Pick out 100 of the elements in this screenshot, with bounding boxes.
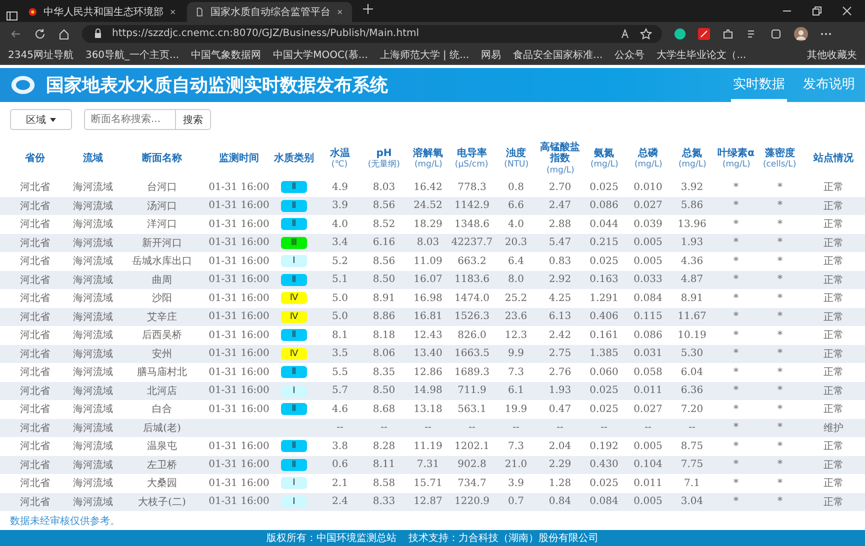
table-cell-text: 4.0 xyxy=(331,218,349,230)
table-cell-text: 1663.5 xyxy=(454,348,490,360)
copyright-text: 版权所有：中国环境监测总站 xyxy=(266,532,396,545)
column-header: 电导率 xyxy=(457,148,487,159)
table-cell-text: 海河流域 xyxy=(72,292,114,306)
avatar-icon[interactable] xyxy=(794,26,808,40)
table-cell: 01-31 16:00 xyxy=(208,478,270,489)
region-dropdown[interactable]: 区域 xyxy=(10,109,72,130)
class-badge: Ⅳ xyxy=(281,292,307,304)
table-cell-text: 0.8 xyxy=(507,182,525,193)
table-cell-text: 2.88 xyxy=(548,218,572,230)
restore-icon[interactable] xyxy=(811,5,823,17)
table-cell: 01-31 16:00 xyxy=(208,182,270,193)
table-cell-text: 8.75 xyxy=(680,440,704,452)
table-cell-text: 岳城水库出口 xyxy=(131,254,193,268)
table-cell-text: 11.67 xyxy=(676,311,708,322)
class-badge: Ⅱ xyxy=(281,366,307,378)
table-cell-text: 海河流域 xyxy=(72,236,114,250)
collections-icon[interactable] xyxy=(770,28,782,40)
grammar-icon[interactable] xyxy=(674,28,686,40)
table-cell-text: 1.291 xyxy=(588,292,620,304)
table-cell-text: -- xyxy=(380,422,388,434)
table-cell-text: * xyxy=(776,478,784,489)
bookmark[interactable]: 网易 xyxy=(481,48,502,62)
table-cell-text: * xyxy=(776,404,784,415)
column-header: 站点情况 xyxy=(814,153,854,165)
table-cell-text: * xyxy=(732,348,740,360)
table-cell-text: 4.87 xyxy=(680,274,704,286)
table-cell-text: 河北省 xyxy=(19,476,51,490)
class-badge: Ⅱ xyxy=(281,458,307,471)
browser-tab[interactable]: 国家水质自动综合监管平台 xyxy=(187,2,352,22)
table-cell-text: 5.1 xyxy=(331,274,349,286)
table-cell-text: 海河流域 xyxy=(72,476,114,490)
search-button[interactable]: 搜索 xyxy=(176,109,211,130)
bookmark[interactable]: 中国大学MOOC(慕... xyxy=(273,48,368,62)
bookmark[interactable]: 食品安全国家标准... xyxy=(513,48,603,62)
browser-tab[interactable]: 中华人民共和国生态环境部 xyxy=(20,2,185,22)
table-cell-text: * xyxy=(732,440,740,452)
table-cell-text: * xyxy=(732,496,740,508)
table-cell-text: 3.4 xyxy=(331,237,349,248)
back-icon[interactable] xyxy=(10,28,22,40)
pen-icon[interactable] xyxy=(698,28,710,40)
table-cell-text: 16.81 xyxy=(412,311,444,322)
bookmark[interactable]: 公众号 xyxy=(614,48,645,62)
close-icon[interactable] xyxy=(336,7,344,17)
reload-icon[interactable] xyxy=(34,28,46,40)
table-cell-text: 16.07 xyxy=(412,274,444,286)
table-cell-text: 6.04 xyxy=(680,366,704,378)
table-cell-text: 0.060 xyxy=(588,366,620,378)
table-cell-text: 2.42 xyxy=(548,330,572,341)
table-cell-text: 0.039 xyxy=(632,218,664,230)
table-cell-text: 14.98 xyxy=(412,385,444,396)
class-badge: Ⅱ xyxy=(281,181,307,194)
column-header: 监测时间 xyxy=(219,153,259,165)
class-badge: Ⅲ xyxy=(281,236,307,249)
table-cell: 01-31 16:00 xyxy=(208,404,270,415)
table-cell-text: 河北省 xyxy=(19,348,51,361)
table-cell-text: 0.430 xyxy=(588,459,620,470)
home-icon[interactable] xyxy=(58,28,70,40)
table-cell-text: 0.005 xyxy=(632,237,664,248)
class-badge: Ⅱ xyxy=(281,403,307,416)
table-cell-text: 16.42 xyxy=(412,182,444,193)
close-icon[interactable] xyxy=(169,7,177,17)
table-cell-text: 0.086 xyxy=(632,330,664,341)
search-field[interactable]: 断面名称搜索... xyxy=(84,109,176,130)
table-cell-text: 0.6 xyxy=(331,459,349,470)
address-bar[interactable]: https://szzdjc.cnemc.cn:8070/GJZ/Business/Publish/Main.html xyxy=(82,24,662,42)
table-cell-text: 8.52 xyxy=(372,218,396,230)
table-cell-text: 1474.0 xyxy=(454,292,490,304)
table-cell-text: 24.52 xyxy=(412,200,444,212)
table-cell-text: 4.25 xyxy=(548,292,572,304)
table-cell-text: 7.1 xyxy=(683,478,701,489)
emblem-icon xyxy=(28,6,38,18)
bookmark[interactable]: 大学生毕业论文（... xyxy=(656,48,746,62)
table-cell-text: 河北省 xyxy=(19,274,51,287)
table-cell-text: 0.031 xyxy=(632,348,664,360)
table-cell-text: 正常 xyxy=(822,402,844,416)
table-cell-text: 8.11 xyxy=(372,459,396,470)
page-icon xyxy=(195,6,204,18)
table-cell-text: 正常 xyxy=(822,384,844,398)
table-cell-text: * xyxy=(776,256,784,267)
close-icon[interactable] xyxy=(841,5,853,17)
bookmark[interactable]: 2345网址导航 xyxy=(8,48,74,62)
table-cell-text: 正常 xyxy=(822,440,844,454)
star-icon[interactable] xyxy=(640,28,652,40)
table-cell-text: 8.91 xyxy=(680,292,704,304)
table-cell-text: 2.47 xyxy=(548,200,572,212)
table-cell-text: 23.6 xyxy=(504,311,528,322)
table-cell-text: 1.93 xyxy=(680,237,704,248)
table-cell-text: 台河口 xyxy=(146,180,178,194)
bookmark[interactable]: 360导航_一个主页... xyxy=(85,48,180,62)
unit-label: (无量纲) xyxy=(368,160,400,170)
table-cell-text: 4.36 xyxy=(680,256,704,267)
table-cell-text: 5.86 xyxy=(680,200,704,212)
other-bookmarks[interactable]: 其他收藏夹 xyxy=(807,48,857,62)
table-cell-text: 7.31 xyxy=(416,459,440,470)
bookmark[interactable]: 上海师范大学 | 统... xyxy=(380,48,470,62)
tab-actions-icon[interactable] xyxy=(6,10,18,22)
bookmark[interactable]: 中国气象数据网 xyxy=(191,48,262,62)
table-cell-text: * xyxy=(732,478,740,489)
